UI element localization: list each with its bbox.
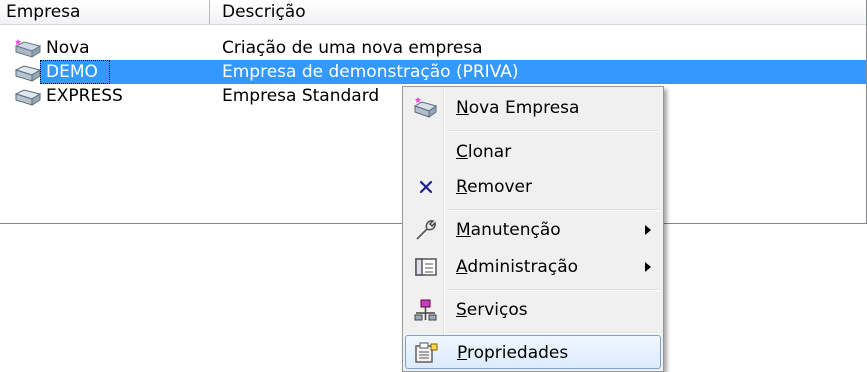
new-company-icon	[12, 38, 46, 60]
row-description: Empresa Standard	[222, 86, 380, 106]
menu-item-label: Propriedades	[457, 343, 569, 363]
row-name: DEMO	[46, 62, 98, 82]
properties-icon	[414, 341, 440, 365]
menu-item-label: Nova Empresa	[456, 98, 580, 118]
row-name: Nova	[46, 38, 90, 58]
menu-item-label: Administração	[456, 257, 579, 277]
menu-separator	[447, 289, 659, 291]
list-row-demo[interactable]: DEMO Empresa de demonstração (PRIVA)	[0, 60, 866, 84]
menu-item-label: Clonar	[456, 142, 512, 162]
list-header: Empresa Descrição	[0, 0, 866, 25]
column-header-empresa[interactable]: Empresa	[0, 0, 210, 24]
menu-item-propriedades[interactable]: Propriedades	[405, 335, 661, 369]
row-description: Criação de uma nova empresa	[222, 38, 483, 58]
submenu-arrow-icon	[645, 225, 651, 235]
menu-separator	[447, 209, 659, 211]
row-name: EXPRESS	[46, 86, 123, 106]
column-header-descricao[interactable]: Descrição	[210, 0, 866, 24]
menu-item-manutencao[interactable]: Manutenção	[405, 213, 661, 247]
list-row-nova[interactable]: Nova Criação de uma nova empresa	[0, 36, 866, 60]
context-menu: Nova Empresa Clonar Remover Manutenção A…	[402, 86, 664, 372]
menu-item-nova-empresa[interactable]: Nova Empresa	[405, 91, 661, 125]
wrench-icon	[413, 218, 439, 242]
menu-item-administracao[interactable]: Administração	[405, 250, 661, 284]
database-icon	[12, 86, 46, 108]
menu-separator	[447, 332, 659, 334]
row-description: Empresa de demonstração (PRIVA)	[222, 62, 519, 82]
menu-item-remover[interactable]: Remover	[405, 170, 661, 204]
menu-separator	[447, 130, 659, 132]
services-icon	[413, 298, 439, 322]
menu-item-label: Manutenção	[456, 220, 561, 240]
admin-window-icon	[413, 255, 439, 279]
menu-item-servicos[interactable]: Serviços	[405, 293, 661, 327]
new-company-icon	[413, 96, 439, 120]
menu-item-label: Remover	[456, 177, 532, 197]
menu-item-clonar[interactable]: Clonar	[405, 135, 661, 169]
remove-x-icon	[413, 175, 439, 199]
submenu-arrow-icon	[645, 262, 651, 272]
menu-item-label: Serviços	[456, 300, 528, 320]
